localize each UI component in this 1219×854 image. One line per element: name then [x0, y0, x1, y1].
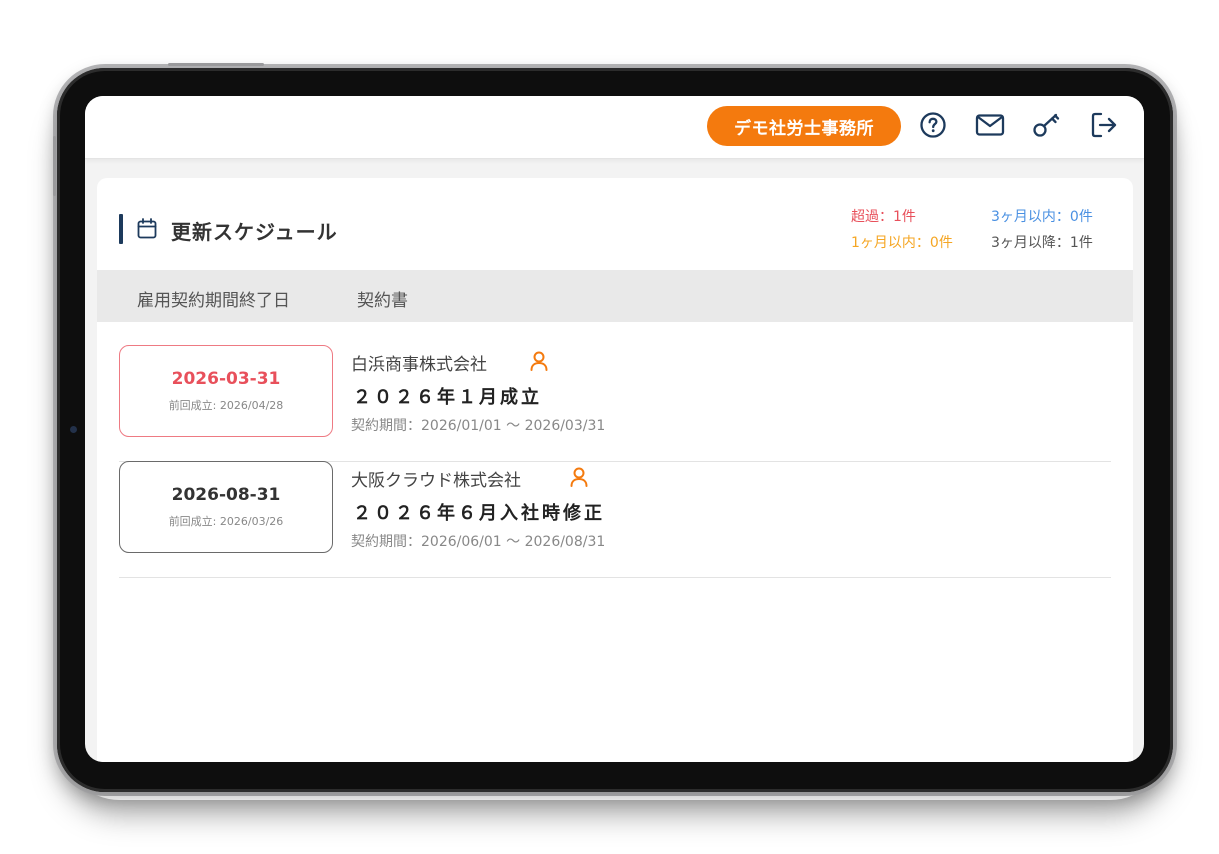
previous-date: 前回成立: 2026/03/26	[168, 515, 284, 528]
device-button-top	[168, 63, 264, 66]
tab-contract[interactable]: 契約書	[357, 286, 408, 311]
stat-within-1-month: 1ヶ月以内：0件	[851, 235, 953, 251]
list-item[interactable]: 2026-03-31 前回成立: 2026/04/28 白浜商事株式会社 ２０２…	[119, 345, 1111, 462]
previous-date: 前回成立: 2026/04/28	[168, 399, 284, 412]
logout-icon[interactable]	[1089, 110, 1119, 140]
renewal-date: 2026-08-31	[171, 485, 281, 505]
person-icon[interactable]	[569, 466, 589, 492]
contract-period: 契約期間：2026/01/01 〜 2026/03/31	[351, 418, 606, 434]
office-name-button[interactable]: デモ社労士事務所	[707, 106, 901, 146]
column-tabs: 雇用契約期間終了日 契約書	[97, 270, 1133, 322]
contract-period: 契約期間：2026/06/01 〜 2026/08/31	[351, 534, 606, 550]
mail-icon[interactable]	[975, 110, 1005, 140]
date-badge[interactable]: 2026-03-31 前回成立: 2026/04/28	[119, 345, 333, 437]
stat-overdue: 超過：1件	[851, 209, 916, 225]
renewal-schedule-card: 更新スケジュール 超過：1件 3ヶ月以内：0件 1ヶ月以内：0件 3ヶ月以降：1…	[97, 178, 1133, 762]
app-screen: デモ社労士事務所 更新スケジュール 超過：1件 3ヶ月以内：0件 1ヶ月以内：0…	[85, 96, 1144, 762]
device-button-side	[53, 136, 56, 196]
date-badge[interactable]: 2026-08-31 前回成立: 2026/03/26	[119, 461, 333, 553]
help-icon[interactable]	[918, 110, 948, 140]
stat-after-3-months: 3ヶ月以降：1件	[991, 235, 1093, 251]
title-accent-bar	[119, 214, 123, 244]
key-icon[interactable]	[1031, 110, 1061, 140]
renewal-date: 2026-03-31	[171, 369, 281, 389]
person-icon[interactable]	[529, 350, 549, 376]
calendar-icon	[137, 218, 157, 244]
stat-within-3-months: 3ヶ月以内：0件	[991, 209, 1093, 225]
tab-employment-end-date[interactable]: 雇用契約期間終了日	[137, 286, 290, 311]
list-item[interactable]: 2026-08-31 前回成立: 2026/03/26 大阪クラウド株式会社 ２…	[119, 461, 1111, 578]
top-bar: デモ社労士事務所	[85, 96, 1144, 159]
company-name: 大阪クラウド株式会社	[351, 471, 521, 491]
contract-title: ２０２６年１月成立	[353, 387, 542, 408]
page-title: 更新スケジュール	[171, 220, 338, 244]
front-camera	[70, 426, 77, 433]
card-header: 更新スケジュール 超過：1件 3ヶ月以内：0件 1ヶ月以内：0件 3ヶ月以降：1…	[97, 178, 1133, 270]
contract-title: ２０２６年６月入社時修正	[353, 503, 605, 524]
company-name: 白浜商事株式会社	[351, 355, 487, 375]
